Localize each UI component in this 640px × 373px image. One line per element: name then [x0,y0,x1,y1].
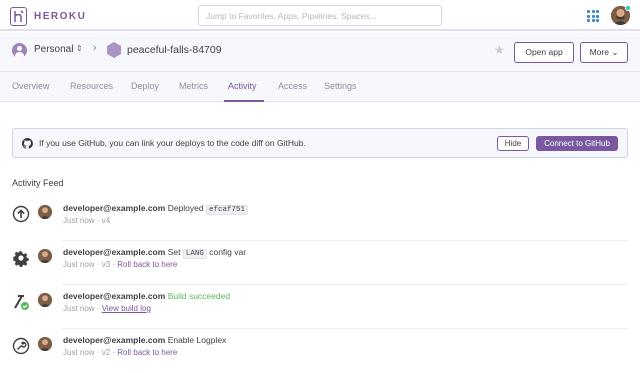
tab-overview[interactable]: Overview [12,81,50,91]
app-name: peaceful-falls-84709 [127,44,222,56]
tab-access[interactable]: Access [278,81,307,91]
activity-version: v4 [101,216,111,225]
tab-activity[interactable]: Activity [228,81,257,91]
app-header: Personal ⇕ › peaceful-falls-84709 ★ Open… [0,33,640,72]
brand-name: HEROKU [34,11,87,22]
github-banner: If you use GitHub, you can link your dep… [12,128,628,158]
more-button[interactable]: More ⌄ [580,42,628,63]
activity-meta: Just now · v4 [63,216,111,225]
activity-meta: Just now · v2 · Roll back to here [63,348,178,357]
connect-github-button[interactable]: Connect to GitHub [536,136,618,151]
activity-user: developer@example.com [63,291,166,301]
github-banner-text: If you use GitHub, you can link your dep… [39,138,306,148]
activity-time: Just now [63,348,95,357]
activity-user: developer@example.com [63,247,166,257]
tab-metrics[interactable]: Metrics [179,81,208,91]
avatar [38,249,52,263]
config-var-name: LANG [182,249,207,259]
favorite-star-icon[interactable]: ★ [494,43,505,57]
activity-row: developer@example.com Enable Logplex Jus… [12,329,628,373]
activity-user: developer@example.com [63,203,166,213]
avatar [38,337,52,351]
activity-description: developer@example.com Enable Logplex [63,335,226,345]
chevron-right-icon: › [93,42,97,54]
personal-account-icon [12,43,27,58]
open-app-button[interactable]: Open app [514,42,574,63]
activity-description: developer@example.com Deployed efcaf751 [63,203,248,215]
activity-time: Just now [63,304,95,313]
deploy-icon [12,205,30,223]
chevron-down-icon: ⌄ [611,47,619,57]
activity-version: v3 [101,260,111,269]
activity-action: Set [167,247,181,257]
active-tab-indicator [224,100,264,102]
heroku-logo[interactable]: HEROKU [10,7,86,26]
activity-user: developer@example.com [63,335,166,345]
tab-resources[interactable]: Resources [70,81,113,91]
github-icon [22,138,33,149]
activity-description: developer@example.com Set LANG config va… [63,247,247,259]
tab-deploy[interactable]: Deploy [131,81,159,91]
account-switcher-icon[interactable]: ⇕ [76,44,83,53]
build-status: Build succeeded [167,291,231,301]
rollback-link[interactable]: Roll back to here [117,348,177,357]
activity-description: developer@example.com Build succeeded [63,291,230,301]
commit-hash: efcaf751 [205,205,248,215]
activity-feed-title: Activity Feed [12,178,64,188]
rollback-link[interactable]: Roll back to here [117,260,177,269]
apps-grid-icon[interactable] [587,10,599,22]
app-hexagon-icon [107,42,121,58]
activity-meta: Just now · View build log [63,304,151,313]
top-navbar: HEROKU [0,0,640,31]
app-tabs: Overview Resources Deploy Metrics Activi… [0,72,640,102]
activity-row: developer@example.com Set LANG config va… [12,241,628,285]
avatar [38,205,52,219]
activity-row: developer@example.com Deployed efcaf751 … [12,197,628,241]
heroku-logo-icon [10,7,27,26]
activity-action: Enable Logplex [167,335,227,345]
activity-meta: Just now · v3 · Roll back to here [63,260,178,269]
activity-time: Just now [63,216,95,225]
avatar [38,293,52,307]
hide-banner-button[interactable]: Hide [497,136,529,151]
activity-row: developer@example.com Build succeeded Ju… [12,285,628,329]
more-button-label: More [589,47,609,57]
search-input[interactable] [198,5,442,26]
activity-time: Just now [63,260,95,269]
account-switcher-label[interactable]: Personal [34,44,73,55]
wrench-icon [12,337,30,355]
activity-suffix: config var [209,247,247,257]
activity-action: Deployed [167,203,204,213]
activity-version: v2 [101,348,111,357]
build-icon [14,295,29,310]
gear-icon [13,250,29,267]
tab-settings[interactable]: Settings [324,81,357,91]
view-build-log-link[interactable]: View build log [102,304,151,313]
notification-dot [625,5,631,11]
